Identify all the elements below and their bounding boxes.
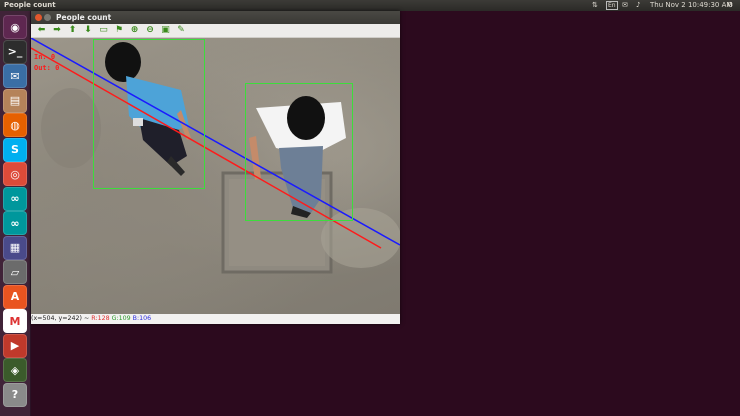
pixel-r-value: R:128 [91,315,110,322]
remote-desktop-icon[interactable]: ▦ [3,235,27,260]
detection-box-1 [93,39,205,189]
chrome-icon[interactable]: ◎ [3,162,27,186]
arduino-icon-1[interactable]: ∞ [3,186,27,211]
close-icon[interactable] [35,14,42,21]
power-gear-icon[interactable]: ⚙ [727,0,733,11]
pan-up-icon[interactable]: ⬆ [67,25,78,36]
ubuntu-software-icon[interactable]: A [3,284,27,309]
pan-left-icon[interactable]: ⬅ [36,25,47,36]
terminal-icon[interactable]: >_ [3,39,27,64]
save-icon[interactable]: ▣ [160,25,171,36]
firefox-icon[interactable]: ◍ [3,113,27,137]
window-titlebar[interactable]: People count [31,11,400,24]
remmina-icon[interactable]: ◈ [3,358,27,382]
volume-icon[interactable]: ♪ [636,0,640,11]
zoom-in-icon[interactable]: ⊕ [129,25,140,36]
out-count-label: Out: 0 [34,64,60,72]
pixel-b-value: B:106 [132,315,152,322]
skype-icon[interactable]: S [3,137,27,162]
keyboard-layout-indicator[interactable]: En [606,0,618,11]
launcher: ◉ >_ ✉ ▤ ◍ S ◎ ∞ ∞ ▦ ▱ A M ▶ ◈? [0,11,31,416]
minimize-icon[interactable] [44,14,51,21]
active-window-title: People count [4,1,56,9]
people-count-window: People count ⬅ ➡ ⬆ ⬇ ▭ ⚑ ⊕ ⊖ ▣ ✎ In: 0 O… [31,11,400,324]
status-bar: (x=504, y=242) ~ R:128 G:109 B:106 [31,314,400,324]
pixel-g-value: G:109 [111,315,131,322]
zoom-out-icon[interactable]: ⊖ [145,25,156,36]
arduino-icon-2[interactable]: ∞ [3,211,27,235]
zoom-fit-icon[interactable]: ▭ [98,25,109,36]
scanner-icon[interactable]: ▱ [3,260,27,284]
in-count-label: In: 0 [34,53,56,61]
toolbar: ⬅ ➡ ⬆ ⬇ ▭ ⚑ ⊕ ⊖ ▣ ✎ [31,24,400,38]
clock[interactable]: Thu Nov 2 10:49:30 AM [650,0,732,11]
help-icon[interactable]: ? [3,382,27,407]
detection-box-2 [245,83,353,221]
video-frame[interactable]: In: 0 Out: 0 [31,38,400,314]
pan-down-icon[interactable]: ⬇ [83,25,94,36]
network-arrows-icon[interactable]: ⇅ [592,0,598,11]
thunderbird-icon[interactable]: ✉ [3,64,27,88]
keyboard-layout-label: En [606,1,618,10]
properties-icon[interactable]: ✎ [176,25,187,36]
zoom-original-icon[interactable]: ⚑ [114,25,125,36]
ubuntu-dash-icon[interactable]: ◉ [3,15,27,39]
window-title: People count [56,13,112,22]
files-icon[interactable]: ▤ [3,88,27,113]
mail-icon[interactable]: ✉ [622,0,628,11]
media-icon[interactable]: ▶ [3,333,27,358]
pan-right-icon[interactable]: ➡ [52,25,63,36]
gmail-icon[interactable]: M [3,309,27,333]
cursor-coords: (x=504, y=242) ~ [31,315,90,322]
top-panel: People count ⇅ En ✉ ♪ Thu Nov 2 10:49:30… [0,0,740,11]
